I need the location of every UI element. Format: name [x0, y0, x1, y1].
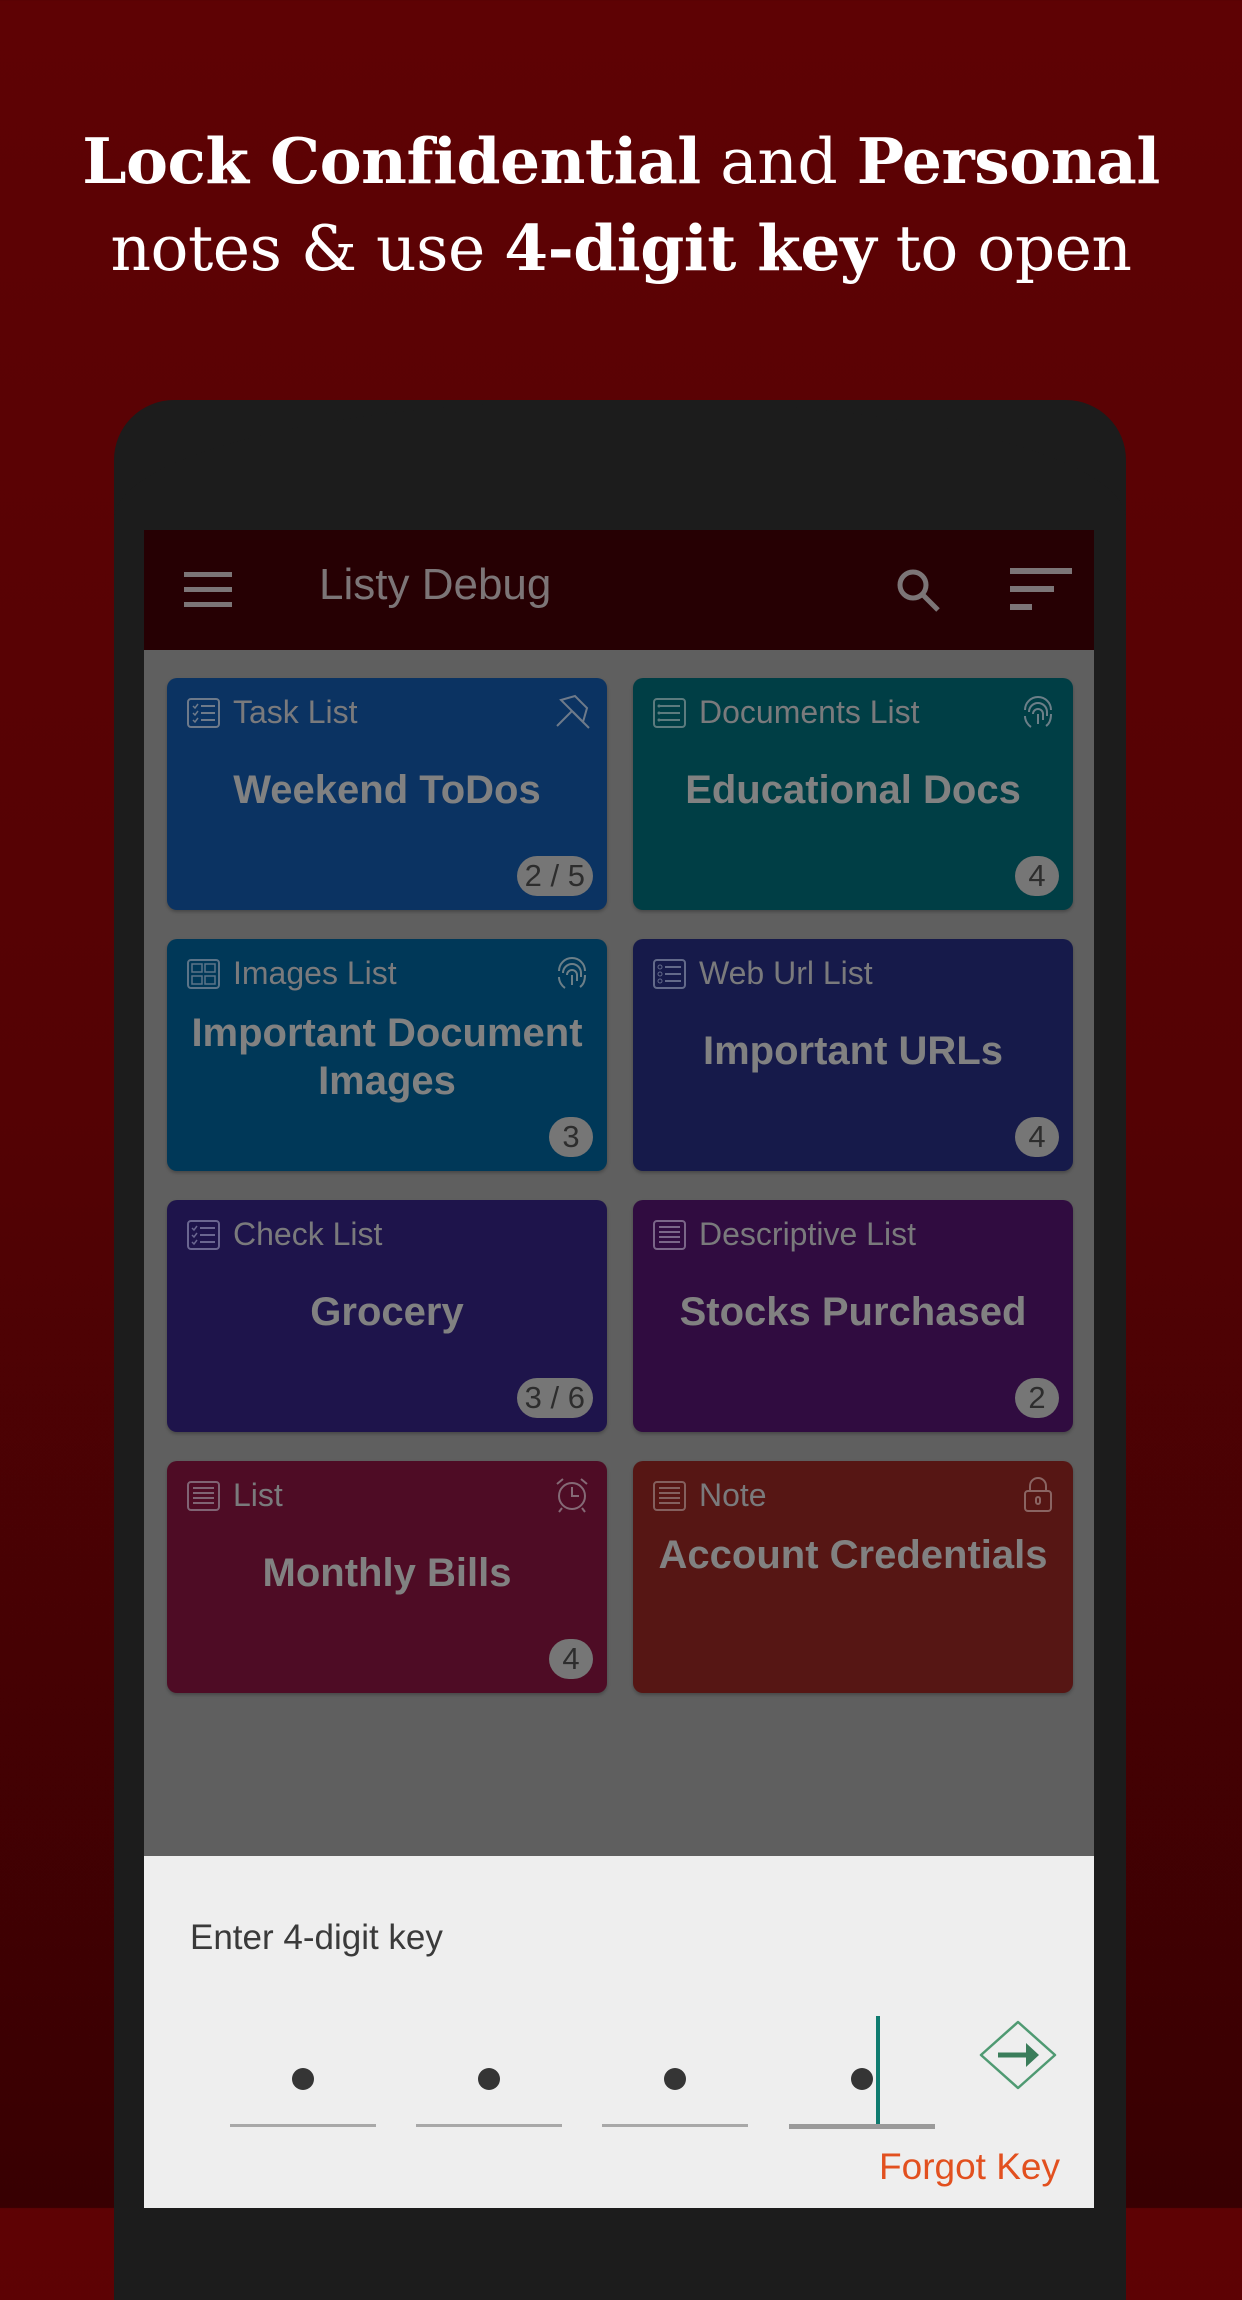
- list-card[interactable]: Web Url List Important URLs 4: [633, 939, 1073, 1171]
- promo-headline: Lock Confidential and Personal notes & u…: [0, 118, 1242, 292]
- documents-list-icon: [653, 698, 686, 728]
- digit-mask-dot: [478, 2068, 500, 2090]
- digit-mask-dot: [292, 2068, 314, 2090]
- check-list-icon: [187, 1220, 220, 1250]
- card-title: Important Document Images: [191, 1011, 583, 1103]
- card-type-label: Check List: [233, 1216, 383, 1252]
- card-title: Educational Docs: [685, 768, 1021, 812]
- card-type-label: Task List: [233, 694, 358, 730]
- headline-text: Lock Confidential: [82, 124, 701, 198]
- list-card[interactable]: Descriptive List Stocks Purchased 2: [633, 1200, 1073, 1432]
- pin-digit-3[interactable]: [602, 2016, 748, 2127]
- item-count-badge: 4: [1015, 1117, 1059, 1157]
- pin-icon: [556, 694, 590, 729]
- images-list-icon: [187, 959, 220, 989]
- digit-underline: [416, 2124, 562, 2127]
- card-title: Important URLs: [703, 1029, 1003, 1073]
- web-url-list-icon: [653, 959, 686, 989]
- item-count-badge: 2: [1015, 1378, 1059, 1418]
- headline-text: notes & use: [110, 212, 505, 285]
- task-list-icon: [187, 698, 220, 728]
- hamburger-menu-icon[interactable]: [184, 572, 232, 608]
- list-card[interactable]: Images List Important Document Images 3: [167, 939, 607, 1171]
- card-type-label: Documents List: [699, 694, 920, 730]
- card-title: Stocks Purchased: [679, 1290, 1027, 1334]
- sort-icon[interactable]: [1010, 568, 1072, 612]
- list-card[interactable]: Check List Grocery 3 / 6: [167, 1200, 607, 1432]
- card-type-label: Note: [699, 1477, 767, 1513]
- text-cursor: [876, 2016, 880, 2124]
- item-count-badge: 4: [1015, 856, 1059, 896]
- fingerprint-icon: [1024, 696, 1052, 728]
- list-card[interactable]: Note Account Credentials: [633, 1461, 1073, 1693]
- card-type-label: List: [233, 1477, 283, 1513]
- headline-text: Personal: [856, 124, 1161, 198]
- headline-text: to open: [876, 212, 1132, 285]
- key-prompt: Enter 4-digit key: [190, 1918, 443, 1957]
- digit-underline: [789, 2124, 935, 2129]
- digit-underline: [602, 2124, 748, 2127]
- pin-digit-1[interactable]: [230, 2016, 376, 2127]
- headline-text: and: [700, 125, 857, 198]
- digit-mask-dot: [664, 2068, 686, 2090]
- descriptive-list-icon: [653, 1220, 686, 1250]
- key-entry-sheet: Enter 4-digit key Forgot Key: [144, 1856, 1094, 2208]
- card-type-label: Web Url List: [699, 955, 873, 991]
- forgot-key-link[interactable]: Forgot Key: [879, 2146, 1060, 2188]
- item-count-badge: 2 / 5: [516, 856, 593, 896]
- app-bar: Listy Debug: [144, 530, 1094, 650]
- card-title: Weekend ToDos: [233, 768, 541, 812]
- list-icon: [187, 1481, 220, 1511]
- card-title: Monthly Bills: [262, 1551, 512, 1595]
- card-title: Account Credentials: [658, 1533, 1048, 1577]
- item-count-badge: 4: [549, 1639, 593, 1679]
- arrow-right-diamond-icon[interactable]: [978, 2019, 1058, 2091]
- fingerprint-icon: [558, 957, 586, 989]
- item-count-badge: 3 / 6: [516, 1378, 593, 1418]
- list-card[interactable]: List Monthly Bills 4: [167, 1461, 607, 1693]
- card-type-label: Descriptive List: [699, 1216, 916, 1252]
- headline-line-1: Lock Confidential and Personal: [0, 118, 1242, 205]
- app-screen: Listy Debug Task List Weekend ToDos 2 / 5 D…: [144, 530, 1094, 2208]
- headline-line-2: notes & use 4-digit key to open: [0, 205, 1242, 292]
- search-icon[interactable]: [894, 566, 942, 614]
- pin-digit-2[interactable]: [416, 2016, 562, 2127]
- item-count-badge: 3: [549, 1117, 593, 1157]
- card-type-label: Images List: [233, 955, 397, 991]
- list-card[interactable]: Task List Weekend ToDos 2 / 5: [167, 678, 607, 910]
- list-card[interactable]: Documents List Educational Docs 4: [633, 678, 1073, 910]
- headline-text: 4-digit key: [504, 211, 877, 285]
- digit-mask-dot: [851, 2068, 873, 2090]
- card-title: Grocery: [310, 1290, 464, 1334]
- alarm-clock-icon: [556, 1478, 588, 1513]
- digit-underline: [230, 2124, 376, 2127]
- app-title: Listy Debug: [319, 560, 552, 609]
- pin-digit-4[interactable]: [789, 2016, 935, 2129]
- note-icon: [653, 1481, 686, 1511]
- lock-icon: [1024, 1477, 1052, 1512]
